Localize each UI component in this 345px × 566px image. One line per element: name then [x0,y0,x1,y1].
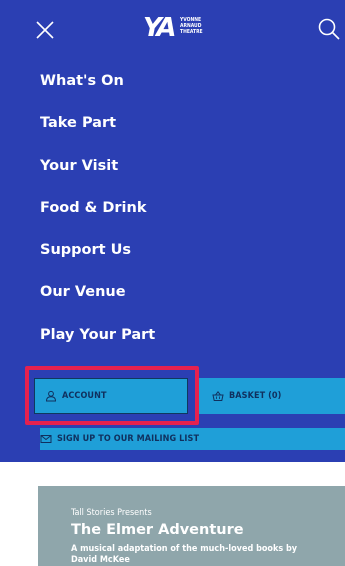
nav-item-our-venue[interactable]: Our Venue [40,271,155,313]
account-highlight-box [25,366,199,425]
mailing-list-button[interactable]: SIGN UP TO OUR MAILING LIST [40,428,345,450]
nav-item-your-visit[interactable]: Your Visit [40,145,155,187]
card-presenter: Tall Stories Presents [71,508,152,518]
nav-item-support-us[interactable]: Support Us [40,229,155,271]
nav-item-play-your-part[interactable]: Play Your Part [40,314,155,356]
navigation-menu: YA YVONNE ARNAUD THEATRE What's On Take … [0,0,345,462]
nav-item-whats-on[interactable]: What's On [40,60,155,102]
close-icon[interactable] [33,18,57,42]
main-nav: What's On Take Part Your Visit Food & Dr… [40,60,155,356]
basket-button[interactable]: BASKET (0) [197,378,345,414]
logo-mark: YA [143,13,177,43]
theatre-logo[interactable]: YA YVONNE ARNAUD THEATRE [143,14,225,44]
menu-header: YA YVONNE ARNAUD THEATRE [0,0,345,56]
search-icon[interactable] [316,16,342,42]
nav-item-take-part[interactable]: Take Part [40,102,155,144]
nav-item-food-drink[interactable]: Food & Drink [40,187,155,229]
basket-label: BASKET (0) [229,391,282,401]
logo-line: THEATRE [180,29,203,35]
card-description: A musical adaptation of the much-loved b… [71,544,298,565]
mail-icon [40,435,52,443]
card-title: The Elmer Adventure [71,522,244,538]
basket-icon [212,390,224,401]
show-card[interactable]: Tall Stories Presents The Elmer Adventur… [38,486,345,566]
logo-text: YVONNE ARNAUD THEATRE [180,17,224,35]
mailing-list-label: SIGN UP TO OUR MAILING LIST [57,434,200,444]
